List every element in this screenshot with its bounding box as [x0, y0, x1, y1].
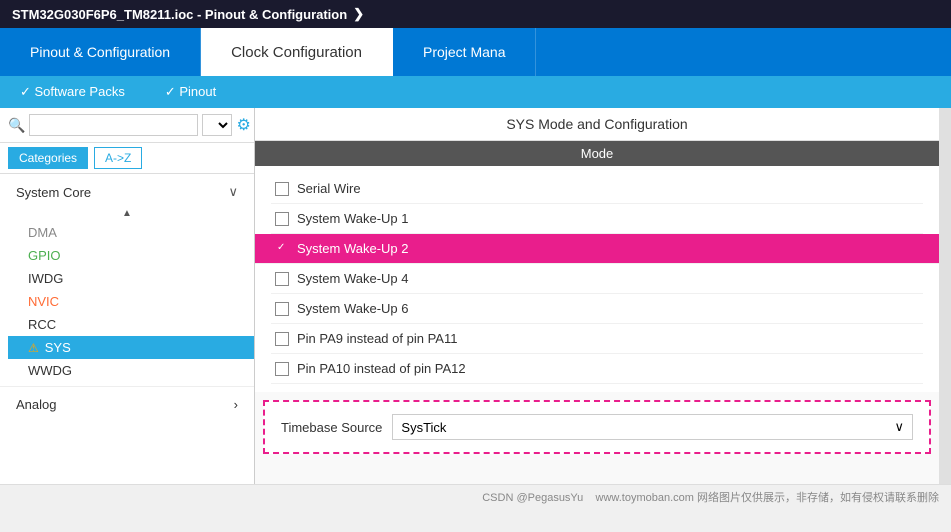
mode-wake-up-2: System Wake-Up 2 [255, 234, 939, 264]
sidebar-item-gpio[interactable]: GPIO [8, 244, 254, 267]
mode-pa9-pa11: Pin PA9 instead of pin PA11 [271, 324, 923, 354]
title-text: STM32G030F6P6_TM8211.ioc - Pinout & Conf… [12, 7, 347, 22]
main-layout: 🔍 ⚙ Categories A->Z System Core ∨ ▲ DMA [0, 108, 951, 484]
tab-a-z[interactable]: A->Z [94, 147, 142, 169]
system-core-items: DMA GPIO IWDG NVIC RCC ⚠ SYS [0, 221, 254, 382]
mode-serial-wire-label: Serial Wire [297, 181, 361, 196]
title-arrow: ❯ [353, 6, 364, 22]
sidebar-item-dma[interactable]: DMA [8, 221, 254, 244]
mode-wake-up-1-label: System Wake-Up 1 [297, 211, 409, 226]
sidebar: 🔍 ⚙ Categories A->Z System Core ∨ ▲ DMA [0, 108, 255, 484]
mode-pa9-pa11-label: Pin PA9 instead of pin PA11 [297, 331, 457, 346]
timebase-value: SysTick [401, 420, 446, 435]
sidebar-tabs: Categories A->Z [0, 143, 254, 174]
checkbox-serial-wire[interactable] [275, 182, 289, 196]
collapse-arrow: ▲ [0, 206, 254, 221]
timebase-label: Timebase Source [281, 420, 382, 435]
mode-wake-up-2-label: System Wake-Up 2 [297, 241, 409, 256]
category-system-core[interactable]: System Core ∨ [0, 178, 254, 206]
mode-pa10-pa12-label: Pin PA10 instead of pin PA12 [297, 361, 466, 376]
tab-project[interactable]: Project Mana [393, 28, 536, 76]
tab-clock[interactable]: Clock Configuration [201, 28, 393, 76]
timebase-row: Timebase Source SysTick ∨ [281, 414, 913, 440]
analog-label: Analog [16, 397, 56, 412]
subnav-software-packs[interactable]: ✓ Software Packs [20, 84, 125, 100]
mode-items: Serial Wire System Wake-Up 1 System Wake… [255, 166, 939, 392]
checkbox-wake-up-6[interactable] [275, 302, 289, 316]
sub-nav: ✓ Software Packs ✓ Pinout [0, 76, 951, 108]
watermark-bar: CSDN @PegasusYu www.toymoban.com 网络图片仅供展… [0, 484, 951, 509]
tab-bar: Pinout & Configuration Clock Configurati… [0, 28, 951, 76]
search-dropdown[interactable] [202, 114, 232, 136]
mode-wake-up-4: System Wake-Up 4 [271, 264, 923, 294]
checkbox-wake-up-4[interactable] [275, 272, 289, 286]
sidebar-item-nvic[interactable]: NVIC [8, 290, 254, 313]
checkbox-pa10-pa12[interactable] [275, 362, 289, 376]
title-bar: STM32G030F6P6_TM8211.ioc - Pinout & Conf… [0, 0, 951, 28]
gear-icon[interactable]: ⚙ [236, 115, 250, 135]
category-analog[interactable]: Analog › [0, 391, 254, 418]
mode-wake-up-1: System Wake-Up 1 [271, 204, 923, 234]
content-title: SYS Mode and Configuration [255, 108, 939, 141]
sidebar-item-sys[interactable]: ⚠ SYS [8, 336, 254, 359]
checkbox-wake-up-1[interactable] [275, 212, 289, 226]
sidebar-search-bar: 🔍 ⚙ [0, 108, 254, 143]
mode-wake-up-4-label: System Wake-Up 4 [297, 271, 409, 286]
search-icon: 🔍 [8, 117, 25, 134]
checkbox-pa9-pa11[interactable] [275, 332, 289, 346]
timebase-section: Timebase Source SysTick ∨ [263, 400, 931, 454]
tab-categories[interactable]: Categories [8, 147, 88, 169]
system-core-label: System Core [16, 185, 91, 200]
sidebar-item-wwdg[interactable]: WWDG [8, 359, 254, 382]
watermark-csdn: CSDN @PegasusYu [482, 492, 583, 504]
watermark-toymoban: www.toymoban.com 网络图片仅供展示，非存储，如有侵权请联系删除 [596, 492, 939, 504]
mode-wake-up-6: System Wake-Up 6 [271, 294, 923, 324]
right-scrollbar[interactable] [939, 108, 951, 484]
sidebar-item-rcc[interactable]: RCC [8, 313, 254, 336]
analog-expand-icon: › [234, 397, 238, 412]
sidebar-item-iwdg[interactable]: IWDG [8, 267, 254, 290]
search-input[interactable] [29, 114, 198, 136]
subnav-pinout[interactable]: ✓ Pinout [165, 84, 216, 100]
timebase-select[interactable]: SysTick ∨ [392, 414, 913, 440]
main-content: SYS Mode and Configuration Mode Serial W… [255, 108, 939, 484]
warn-icon: ⚠ [28, 341, 39, 355]
mode-header: Mode [255, 141, 939, 166]
category-divider [0, 386, 254, 387]
expand-icon: ∨ [228, 184, 238, 200]
mode-serial-wire: Serial Wire [271, 174, 923, 204]
mode-wake-up-6-label: System Wake-Up 6 [297, 301, 409, 316]
sidebar-content: System Core ∨ ▲ DMA GPIO IWDG NVIC RCC [0, 174, 254, 484]
tab-pinout[interactable]: Pinout & Configuration [0, 28, 201, 76]
checkbox-wake-up-2[interactable] [275, 242, 289, 256]
timebase-dropdown-icon: ∨ [894, 419, 904, 435]
mode-pa10-pa12: Pin PA10 instead of pin PA12 [271, 354, 923, 384]
